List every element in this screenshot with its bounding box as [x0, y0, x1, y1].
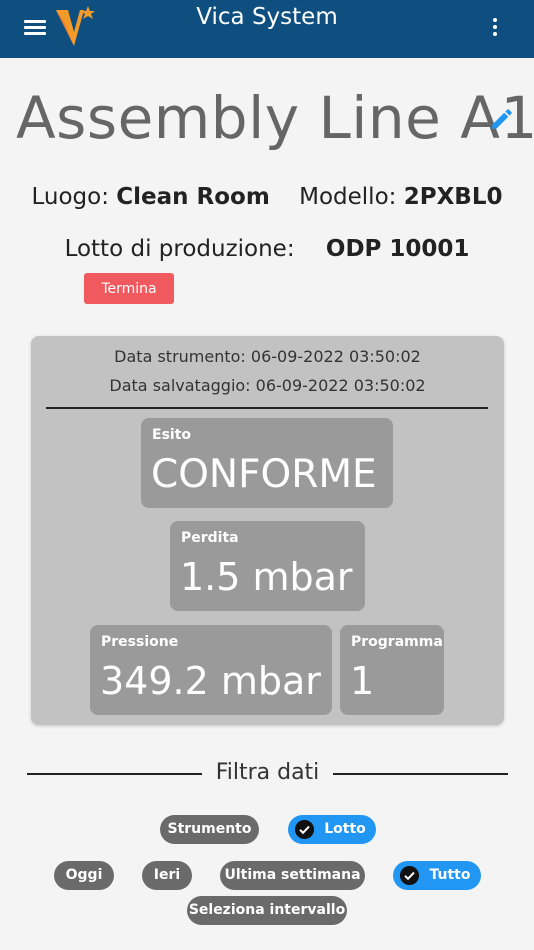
chip-lot[interactable]: Lotto	[288, 815, 376, 844]
location-model-line: Luogo: Clean Room Modello: 2PXBL0	[0, 184, 534, 210]
program-label: Programma	[351, 634, 443, 650]
page-title: Assembly Line A1	[16, 84, 534, 152]
instrument-date: Data strumento: 06-09-2022 03:50:02	[114, 347, 421, 366]
model-label: Modello:	[299, 184, 397, 210]
model-value: 2PXBL0	[403, 184, 503, 210]
check-circle-icon	[295, 820, 314, 839]
program-tile: Programma 1	[340, 625, 444, 715]
lot-value: ODP 10001	[325, 236, 470, 262]
program-value: 1	[350, 659, 375, 703]
location-label: Luogo:	[31, 184, 109, 210]
chip-last-week-label: Ultima settimana	[224, 867, 361, 883]
chip-yesterday[interactable]: Ieri	[142, 861, 192, 890]
leak-tile: Perdita 1.5 mbar	[170, 521, 365, 611]
lot-label: Lotto di produzione:	[64, 236, 295, 262]
chip-yesterday-label: Ieri	[153, 867, 181, 883]
pressure-label: Pressione	[101, 634, 179, 650]
chip-today-label: Oggi	[65, 867, 103, 883]
app-title: Vica System	[196, 4, 338, 30]
check-circle-icon	[400, 866, 419, 885]
leak-label: Perdita	[181, 530, 239, 546]
stop-button[interactable]: Termina	[84, 273, 174, 304]
pressure-tile: Pressione 349.2 mbar	[90, 625, 332, 715]
saved-date: Data salvataggio: 06-09-2022 03:50:02	[109, 376, 426, 395]
filter-divider-right	[333, 773, 508, 775]
edit-icon[interactable]	[489, 106, 515, 132]
location-value: Clean Room	[116, 184, 270, 210]
title-row: Assembly Line A1	[0, 84, 534, 160]
chip-select-range[interactable]: Seleziona intervallo	[187, 896, 347, 925]
app-bar: Vica System	[0, 0, 534, 58]
result-tile: Esito CONFORME	[141, 418, 393, 508]
more-options-icon[interactable]	[487, 18, 503, 40]
measurement-card: Data strumento: 06-09-2022 03:50:02 Data…	[31, 336, 504, 725]
lot-line: Lotto di produzione: ODP 10001	[0, 236, 534, 262]
chip-instrument[interactable]: Strumento	[160, 815, 259, 844]
chip-today[interactable]: Oggi	[54, 861, 114, 890]
chip-instrument-label: Strumento	[167, 821, 252, 837]
pressure-value: 349.2 mbar	[100, 659, 321, 703]
chip-last-week[interactable]: Ultima settimana	[220, 861, 365, 890]
result-value: CONFORME	[151, 452, 377, 497]
filter-header: Filtra dati	[27, 758, 508, 790]
card-divider	[46, 407, 488, 409]
result-label: Esito	[152, 427, 192, 443]
chip-select-range-label: Seleziona intervallo	[188, 902, 346, 918]
leak-value: 1.5 mbar	[180, 555, 353, 599]
chip-all[interactable]: Tutto	[393, 861, 481, 890]
